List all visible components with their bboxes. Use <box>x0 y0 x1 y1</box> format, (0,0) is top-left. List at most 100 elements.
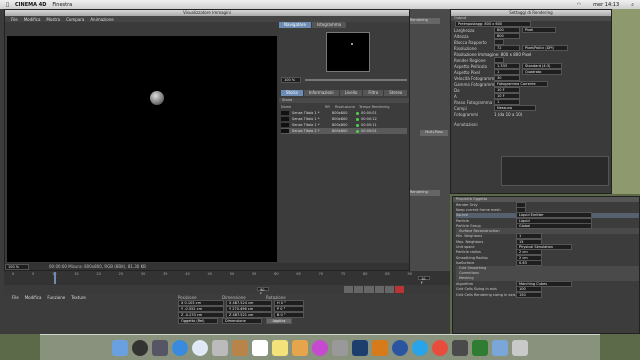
trash-icon[interactable] <box>512 339 528 356</box>
mat-menu-function[interactable]: Funzione <box>47 295 65 300</box>
playback-controls[interactable] <box>344 286 405 293</box>
tab-history[interactable]: Storia <box>281 90 303 96</box>
col-time[interactable]: Tempo Rendering <box>359 105 389 109</box>
tab-navigator[interactable]: Navigatore <box>279 22 311 28</box>
col-rr[interactable]: RR <box>325 105 335 109</box>
apple-icon[interactable]:  <box>6 2 9 8</box>
goto-start-icon[interactable] <box>344 286 354 293</box>
tick-label: 60 <box>274 272 279 276</box>
surface-reconstruction-section[interactable]: Surface Reconstruction <box>459 229 500 234</box>
illustrator-icon[interactable] <box>372 339 388 356</box>
field-label: Particle Group <box>456 223 481 228</box>
clock[interactable]: mer 14:13 <box>593 2 619 8</box>
fields-dropdown[interactable]: Nessuno <box>494 105 536 111</box>
window-menu[interactable]: Finestra <box>52 2 72 8</box>
mail-icon[interactable] <box>212 339 228 356</box>
menu-animation[interactable]: Animazione <box>90 17 113 22</box>
play-icon[interactable] <box>364 286 374 293</box>
preferences-icon[interactable] <box>332 339 348 356</box>
object-props-fields: Render Only Keep current frame mesh Sour… <box>453 201 639 298</box>
menu-edit[interactable]: Modifica <box>24 17 41 22</box>
contacts-icon[interactable] <box>232 339 248 356</box>
notes-textarea[interactable] <box>501 156 609 186</box>
rotation-header: Rotazione <box>266 294 286 300</box>
tick-label: 30 <box>140 272 146 276</box>
field-label: Fotogrammi <box>454 111 479 117</box>
app-icon[interactable] <box>472 339 488 356</box>
apply-button[interactable]: Applica <box>266 318 292 324</box>
notes-icon[interactable] <box>272 339 288 356</box>
right-edge <box>612 9 640 194</box>
pixel-aspect-dropdown[interactable]: Quadrato <box>522 69 562 75</box>
app-menu[interactable]: CINEMA 4D <box>15 2 46 8</box>
goto-end-icon[interactable] <box>384 286 394 293</box>
calendar-icon[interactable] <box>252 339 268 356</box>
particle-group-dropdown[interactable]: Global <box>516 222 592 229</box>
menu-file[interactable]: File <box>11 17 18 22</box>
rendering-button-top[interactable]: Rendering <box>410 18 440 24</box>
next-frame-icon[interactable] <box>374 286 384 293</box>
finder-icon[interactable] <box>112 339 128 356</box>
mat-menu-edit[interactable]: Modifica <box>25 295 42 300</box>
history-row[interactable]: Senza Titolo 1 * 800x800 00:00:01 <box>281 128 407 134</box>
safari-icon[interactable] <box>192 339 208 356</box>
search-icon[interactable]: ⌕ <box>631 2 634 8</box>
col-res[interactable]: Risoluzione <box>335 105 359 109</box>
field-label: Gamma Fotogramma <box>454 81 497 87</box>
app-store-icon[interactable] <box>172 339 188 356</box>
mat-menu-texture[interactable]: Texture <box>71 295 86 300</box>
render-canvas[interactable] <box>7 36 277 262</box>
timeline-playhead[interactable] <box>54 272 56 284</box>
rendering-button-bottom[interactable]: Rendering <box>410 190 440 196</box>
res-unit-dropdown[interactable]: Pixel/Pollici (DPI) <box>522 45 568 51</box>
menu-show[interactable]: Mostra <box>46 17 60 22</box>
prev-frame-icon[interactable] <box>354 286 364 293</box>
multipass-button[interactable]: Multi-Pass <box>420 130 448 136</box>
end-frame-field[interactable]: 90 F <box>257 287 269 296</box>
grid-cells-render-field[interactable]: 150 <box>516 291 542 298</box>
tab-stereo[interactable]: Stereo <box>384 90 408 96</box>
row-res: 800x800 <box>332 123 348 127</box>
dashboard-icon[interactable] <box>132 339 148 356</box>
chrome-icon[interactable] <box>432 339 448 356</box>
nav-zoom-field[interactable]: 100 % <box>281 77 301 83</box>
app-icon[interactable] <box>452 339 468 356</box>
timeline[interactable]: 0 5 10 15 20 25 30 35 40 45 50 55 60 65 … <box>4 271 450 285</box>
position-header: Posizione <box>178 294 197 300</box>
skype-icon[interactable] <box>412 339 428 356</box>
tab-histogram[interactable]: Istogramma <box>311 22 347 28</box>
record-icon[interactable] <box>394 286 405 293</box>
tick-label: 85 <box>385 272 390 276</box>
photoshop-icon[interactable] <box>352 339 368 356</box>
meshing-section[interactable]: Meshing <box>459 276 474 281</box>
corrections-section[interactable]: Corrections <box>459 271 479 276</box>
zoom-field[interactable]: 100 % <box>5 263 29 270</box>
grid-smoothing-section[interactable]: Grid Smoothing <box>459 266 486 271</box>
wifi-icon[interactable]: ◠ <box>577 2 581 8</box>
mission-control-icon[interactable] <box>152 339 168 356</box>
size-mode-dropdown[interactable]: Dimensione <box>222 318 262 324</box>
col-name[interactable]: Nome <box>281 105 325 109</box>
nav-zoom-slider[interactable] <box>305 79 407 81</box>
current-frame-field[interactable]: 10 F <box>418 276 430 285</box>
mat-menu-file[interactable]: File <box>12 295 19 300</box>
tab-info[interactable]: Informazioni <box>303 90 339 96</box>
tab-filter[interactable]: Filtro <box>363 90 384 96</box>
tick-label: 90 <box>407 272 412 276</box>
navigator-preview[interactable] <box>326 32 370 72</box>
isosurface-field[interactable]: 0.63 <box>516 259 542 266</box>
field-label: Unit space <box>456 245 475 250</box>
status-dot <box>356 129 359 133</box>
unit-dropdown[interactable]: Pixel <box>522 27 556 33</box>
row-time: 00:00:11 <box>361 123 377 127</box>
tab-layer[interactable]: Livello <box>339 90 363 96</box>
coord-mode-dropdown[interactable]: Oggetto (Rel) <box>178 318 218 324</box>
cinema4d-icon[interactable] <box>392 339 408 356</box>
itunes-icon[interactable] <box>312 339 328 356</box>
menu-compare[interactable]: Compara <box>66 17 84 22</box>
folder-icon[interactable] <box>492 339 508 356</box>
resolution-field[interactable]: 72 <box>494 45 520 51</box>
tick-label: 70 <box>318 272 324 276</box>
photos-icon[interactable] <box>292 339 308 356</box>
tick-label: 5 <box>31 272 35 276</box>
